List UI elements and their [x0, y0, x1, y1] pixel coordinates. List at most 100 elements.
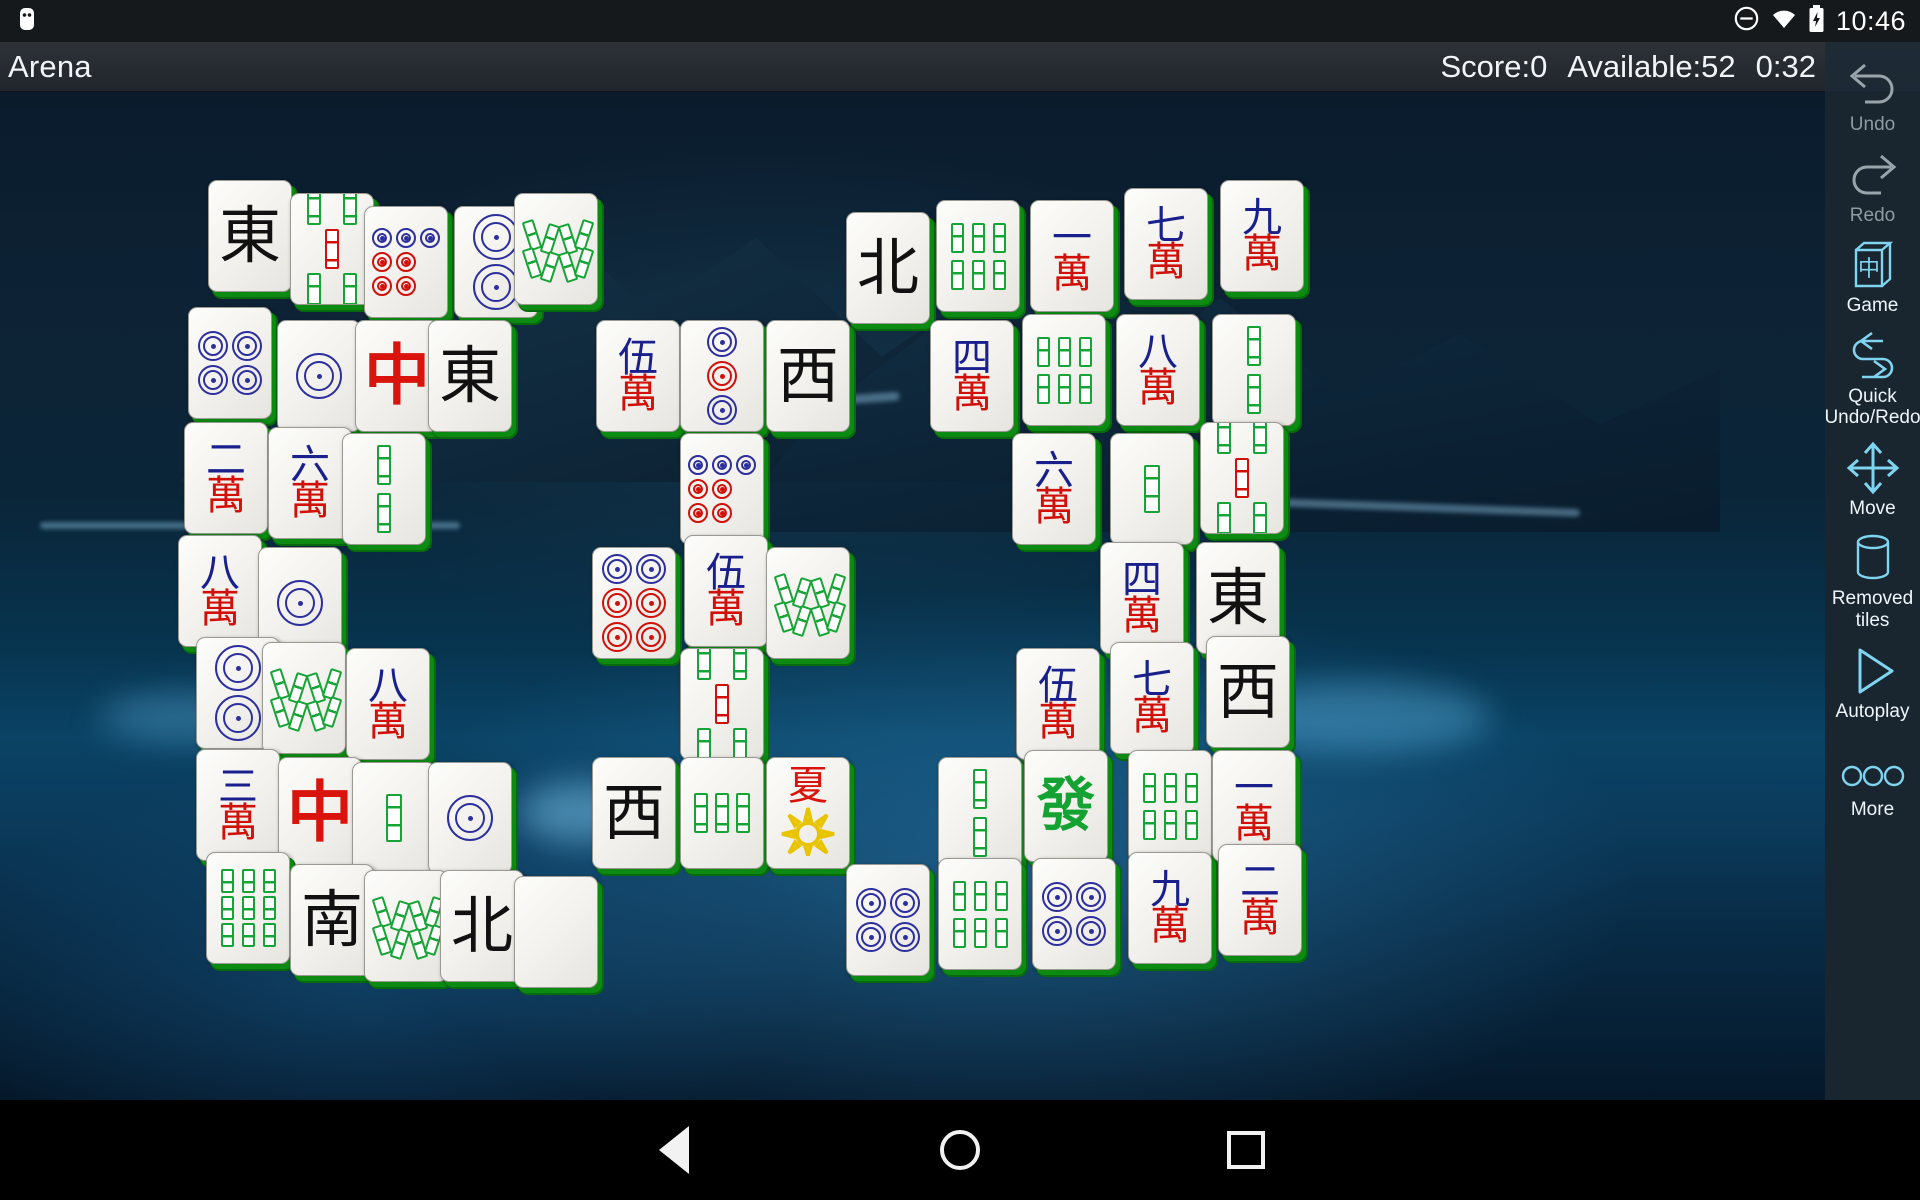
bamboo-stick	[1057, 336, 1071, 367]
nav-back-button[interactable]	[651, 1126, 697, 1174]
tile-season-glyph: 夏	[788, 763, 828, 810]
bamboo-stick	[307, 194, 321, 225]
mahjong-tile[interactable]	[680, 320, 764, 432]
mahjong-tile[interactable]	[428, 762, 512, 874]
mahjong-tile[interactable]: 夏	[766, 757, 850, 869]
sidebar-item-autoplay[interactable]: Autoplay	[1825, 637, 1920, 728]
mahjong-tile[interactable]	[846, 864, 930, 976]
mahjong-tile[interactable]: 西	[1206, 636, 1290, 748]
tile-face	[847, 865, 929, 975]
mahjong-tile[interactable]	[188, 307, 272, 419]
bamboo-stick	[343, 194, 357, 225]
mahjong-tile[interactable]	[680, 757, 764, 869]
dot-spacer	[736, 479, 756, 499]
mahjong-tile[interactable]: 北	[846, 212, 930, 324]
mahjong-tile[interactable]	[766, 547, 850, 659]
dot-blue	[712, 455, 732, 475]
sidebar-item-undo[interactable]: Undo	[1825, 50, 1920, 141]
sidebar-item-removed-tiles[interactable]: Removed tiles	[1825, 524, 1920, 636]
mahjong-tile[interactable]: 六萬	[268, 427, 352, 539]
mahjong-tile[interactable]: 九萬	[1128, 852, 1212, 964]
sidebar-item-move[interactable]: Move	[1825, 434, 1920, 525]
bamboo-spacer	[698, 689, 711, 719]
mahjong-tile[interactable]: 發	[1024, 750, 1108, 862]
mahjong-tile[interactable]	[680, 648, 764, 760]
mahjong-tile[interactable]	[1200, 422, 1284, 534]
dot-red	[636, 588, 666, 618]
bamboo-stick	[994, 917, 1008, 948]
bamboo-stick	[1036, 336, 1050, 367]
mahjong-tile[interactable]: 中	[355, 320, 439, 432]
mahjong-tile[interactable]: 八萬	[346, 648, 430, 760]
mahjong-tile[interactable]: 八萬	[1116, 314, 1200, 426]
mahjong-tile[interactable]: 九萬	[1220, 180, 1304, 292]
mahjong-tile[interactable]: 西	[766, 320, 850, 432]
mahjong-tile[interactable]: 中	[278, 757, 362, 869]
mahjong-tile[interactable]: 七萬	[1124, 188, 1208, 300]
bamboo-stick	[220, 923, 234, 947]
mahjong-tile[interactable]	[1032, 858, 1116, 970]
mahjong-tile[interactable]	[938, 757, 1022, 869]
mahjong-tile[interactable]: 四萬	[1100, 542, 1184, 654]
bamboo-stick	[973, 917, 987, 948]
bamboo-stick	[241, 869, 255, 893]
mahjong-tile[interactable]: 三萬	[196, 749, 280, 861]
mahjong-board[interactable]: 東中東二萬六萬八萬八萬三萬中南北伍萬西伍萬西夏北一萬七萬九萬四萬八萬六萬四萬東伍…	[0, 92, 1825, 1100]
mahjong-tile[interactable]	[514, 876, 598, 988]
sun-icon	[780, 806, 836, 862]
tile-wind-glyph: 南	[300, 883, 363, 957]
tile-wind-glyph: 西	[602, 776, 665, 850]
mahjong-tile[interactable]	[342, 433, 426, 545]
mahjong-tile[interactable]	[936, 200, 1020, 312]
mahjong-tile[interactable]	[514, 193, 598, 305]
mahjong-tile[interactable]	[1022, 314, 1106, 426]
mahjong-tile[interactable]: 二萬	[184, 422, 268, 534]
mahjong-tile[interactable]: 伍萬	[596, 320, 680, 432]
mahjong-tile[interactable]	[364, 206, 448, 318]
mahjong-tile[interactable]	[352, 762, 436, 874]
bamboo-suit-2	[1247, 326, 1261, 414]
mahjong-tile[interactable]: 六萬	[1012, 433, 1096, 545]
bamboo-stick	[1247, 326, 1261, 366]
mahjong-tile[interactable]	[277, 320, 361, 432]
tile-suit-glyph: 萬	[1038, 699, 1078, 745]
mahjong-tile[interactable]	[364, 870, 448, 982]
mahjong-tile[interactable]	[1212, 314, 1296, 426]
mahjong-tile[interactable]: 七萬	[1110, 642, 1194, 754]
nav-home-button[interactable]	[937, 1127, 983, 1173]
mahjong-tile[interactable]: 北	[440, 870, 524, 982]
mahjong-tile[interactable]	[680, 433, 764, 545]
mahjong-tile[interactable]: 二萬	[1218, 844, 1302, 956]
mahjong-tile[interactable]: 東	[208, 180, 292, 292]
bamboo-stick	[343, 273, 357, 304]
mahjong-tile[interactable]: 四萬	[930, 320, 1014, 432]
mahjong-tile[interactable]: 八萬	[178, 535, 262, 647]
sidebar-item-more[interactable]: More	[1825, 749, 1920, 826]
mahjong-tile[interactable]	[1128, 750, 1212, 862]
mahjong-tile[interactable]	[1110, 433, 1194, 545]
dot-red	[636, 622, 666, 652]
mahjong-tile[interactable]: 伍萬	[684, 535, 768, 647]
status-right: 10:46	[1733, 4, 1906, 38]
mahjong-tile[interactable]	[938, 858, 1022, 970]
tile-face: 七萬	[1125, 189, 1207, 299]
mahjong-tile[interactable]: 伍萬	[1016, 648, 1100, 760]
mahjong-tile[interactable]: 東	[428, 320, 512, 432]
nav-recents-button[interactable]	[1223, 1127, 1269, 1173]
sidebar-item-quick-undo-redo[interactable]: Quick Undo/Redo	[1824, 322, 1920, 434]
mahjong-tile[interactable]	[262, 642, 346, 754]
sidebar-item-redo[interactable]: Redo	[1825, 141, 1920, 232]
mahjong-tile[interactable]: 一萬	[1030, 200, 1114, 312]
bamboo-stick	[371, 923, 393, 957]
mahjong-tile[interactable]	[206, 852, 290, 964]
mahjong-tile[interactable]: 西	[592, 757, 676, 869]
tile-suit-glyph: 萬	[290, 478, 330, 524]
mahjong-tile[interactable]: 南	[290, 864, 374, 976]
page-title: Arena	[8, 48, 92, 84]
tile-face: 中	[356, 321, 438, 431]
bamboo-stick	[241, 923, 255, 947]
tile-suit-glyph: 萬	[1034, 484, 1074, 530]
sidebar-item-game[interactable]: 中 Game	[1825, 231, 1920, 322]
mahjong-tile[interactable]	[592, 547, 676, 659]
mahjong-tile[interactable]	[290, 193, 374, 305]
